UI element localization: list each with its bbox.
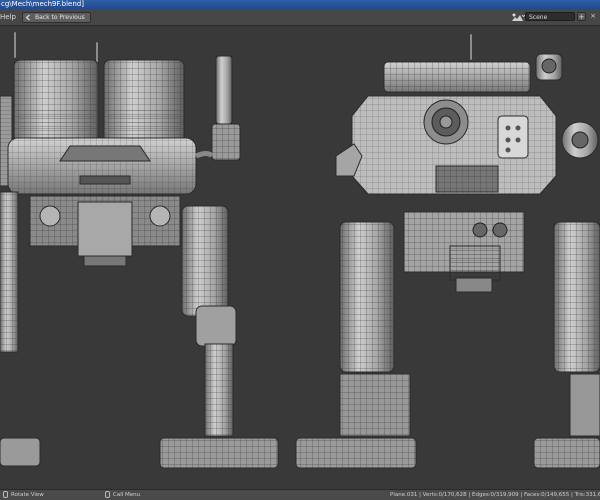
blender-window: cg\Mech\mech9F.blend] Help Back to Previ… [0, 0, 600, 500]
rotate-view-hint: Rotate View [3, 490, 44, 500]
mouse-left-icon [3, 491, 8, 498]
rotate-view-label: Rotate View [11, 492, 44, 498]
back-arrow-icon [25, 14, 30, 21]
delete-scene-button[interactable]: × [588, 12, 598, 21]
back-to-previous-label: Back to Previous [35, 14, 85, 21]
3d-viewport[interactable] [0, 26, 600, 489]
mech-model-render [0, 31, 600, 469]
mech-side-view [0, 31, 279, 469]
menu-help[interactable]: Help [0, 13, 16, 21]
window-title: cg\Mech\mech9F.blend] [0, 0, 600, 9]
scene-icon[interactable] [511, 12, 525, 22]
mech-front-view [295, 33, 600, 469]
status-bar: Rotate View Call Menu Plane.031 | Verts:… [0, 489, 600, 500]
scene-statistics: Plane.031 | Verts:0/170,628 | Edges:0/31… [390, 492, 600, 498]
call-menu-label: Call Menu [113, 492, 141, 498]
scene-name-field[interactable]: Scene [525, 12, 575, 21]
back-to-previous-button[interactable]: Back to Previous [22, 12, 91, 23]
header-bar: Help Back to Previous Scene + × [0, 9, 600, 26]
mouse-right-icon [105, 491, 110, 498]
call-menu-hint: Call Menu [105, 490, 140, 500]
add-scene-button[interactable]: + [577, 12, 586, 21]
